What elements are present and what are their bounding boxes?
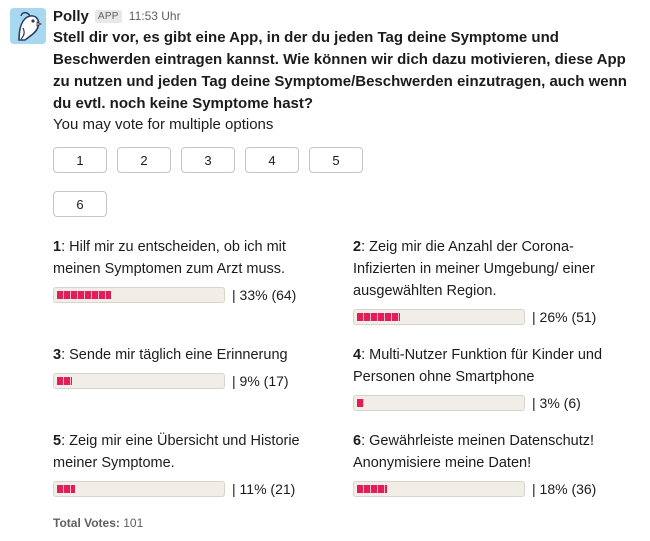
result-text: 18% (36): [539, 481, 597, 497]
option-text: Sende mir täglich eine Erinnerung: [69, 347, 288, 363]
result-bar: [53, 373, 225, 389]
result-bar-fill: [357, 485, 387, 493]
result-bar-fill: [57, 485, 75, 493]
result-text: 26% (51): [539, 309, 597, 325]
result-text: 9% (17): [239, 373, 289, 389]
parrot-icon: [10, 8, 46, 44]
poll-option-2: 2: Zeig mir die Anzahl der Corona-Infizi…: [353, 239, 597, 325]
result-bar-fill: [57, 377, 72, 385]
message-timestamp[interactable]: 11:53 Uhr: [129, 9, 181, 23]
option-number: 1: [53, 239, 62, 255]
app-badge: APP: [94, 9, 122, 23]
option-text: Multi-Nutzer Funktion für Kinder und Per…: [353, 347, 603, 385]
result-text: 11% (21): [239, 481, 296, 497]
result-bar: [353, 481, 525, 497]
poll-subtext: You may vote for multiple options: [53, 116, 274, 133]
result-text: 33% (64): [239, 287, 297, 303]
result-bar: [353, 309, 525, 325]
poll-option-4: 4: Multi-Nutzer Funktion für Kinder und …: [353, 347, 603, 411]
option-text: Gewährleiste meinen Datenschutz! Anonymi…: [353, 433, 595, 471]
option-text: Zeig mir eine Übersicht und Historie mei…: [53, 433, 300, 471]
poll-option-1: 1: Hilf mir zu entscheiden, ob ich mit m…: [53, 239, 297, 303]
result-bar: [53, 481, 225, 497]
total-votes-value: 101: [123, 516, 144, 530]
option-number: 2: [353, 239, 362, 255]
vote-button-2[interactable]: 2: [117, 147, 171, 173]
result-bar-fill: [357, 313, 400, 321]
vote-button-6[interactable]: 6: [53, 191, 107, 217]
polly-avatar[interactable]: [10, 8, 46, 44]
result-text: 3% (6): [539, 395, 581, 411]
vote-button-3[interactable]: 3: [181, 147, 235, 173]
result-bar-fill: [57, 291, 111, 299]
vote-button-1[interactable]: 1: [53, 147, 107, 173]
sender-name[interactable]: Polly: [53, 8, 89, 25]
total-votes: Total Votes: 101: [53, 516, 143, 530]
total-votes-label: Total Votes:: [53, 516, 120, 530]
poll-question: Stell dir vor, es gibt eine App, in der …: [53, 29, 627, 112]
message-header: Polly APP 11:53 Uhr: [53, 6, 181, 26]
option-number: 6: [353, 433, 362, 449]
poll-option-3: 3: Sende mir täglich eine Erinnerung | 9…: [53, 347, 289, 389]
vote-button-5[interactable]: 5: [309, 147, 363, 173]
poll-option-5: 5: Zeig mir eine Übersicht und Historie …: [53, 433, 300, 497]
result-bar-fill: [357, 399, 364, 407]
option-text: Hilf mir zu entscheiden, ob ich mit mein…: [53, 239, 286, 277]
option-number: 4: [353, 347, 362, 363]
result-bar: [53, 287, 225, 303]
poll-option-6: 6: Gewährleiste meinen Datenschutz! Anon…: [353, 433, 597, 497]
option-number: 3: [53, 347, 62, 363]
vote-button-4[interactable]: 4: [245, 147, 299, 173]
option-number: 5: [53, 433, 62, 449]
option-text: Zeig mir die Anzahl der Corona-Infiziert…: [353, 239, 595, 299]
result-bar: [353, 395, 525, 411]
